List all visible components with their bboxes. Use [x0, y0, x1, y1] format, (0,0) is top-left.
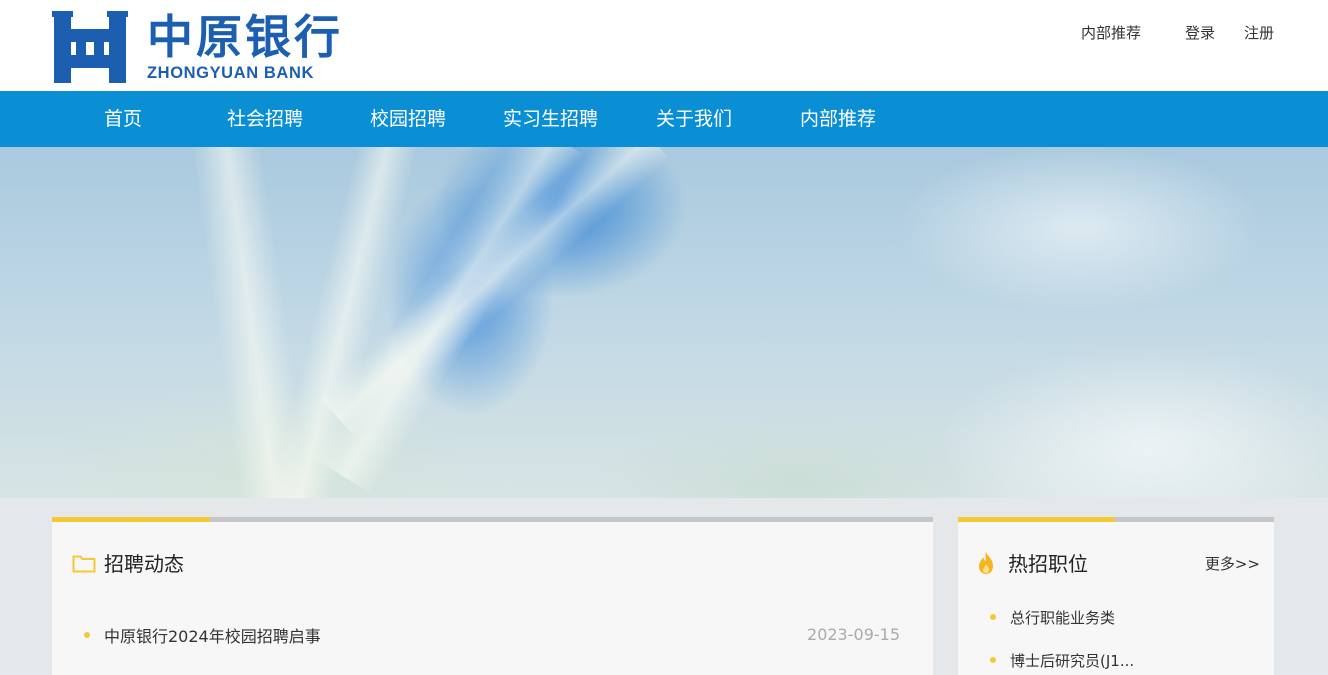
news-item[interactable]: 中原银行2024年校园招聘启事 2023-09-15 [84, 623, 900, 647]
flame-icon [979, 551, 993, 574]
hot-job-item[interactable]: 总行职能业务类 [990, 606, 1115, 628]
logo-mark-icon [52, 11, 128, 83]
news-item-date: 2023-09-15 [807, 625, 900, 644]
hot-job-title[interactable]: 总行职能业务类 [1010, 607, 1115, 628]
bullet-dot [990, 657, 996, 663]
hero-banner [0, 147, 1328, 498]
nav-item-about-us[interactable]: 关于我们 [656, 91, 732, 147]
top-links: 内部推荐 登录 注册 [1081, 22, 1274, 43]
hot-job-title[interactable]: 博士后研究员(J1... [1010, 650, 1134, 671]
top-referral-link[interactable]: 内部推荐 [1081, 22, 1141, 43]
nav-item-intern-recruitment[interactable]: 实习生招聘 [503, 91, 598, 147]
register-link[interactable]: 注册 [1244, 22, 1274, 43]
news-item-title[interactable]: 中原银行2024年校园招聘启事 [104, 623, 321, 647]
logo-english-name: ZHONGYUAN BANK [147, 64, 314, 82]
logo-chinese-name: 中原银行 [147, 10, 343, 64]
news-section-title: 招聘动态 [104, 552, 184, 576]
nav-item-social-recruitment[interactable]: 社会招聘 [227, 91, 303, 147]
hot-jobs-card: 热招职位 更多>> 总行职能业务类 博士后研究员(J1... [958, 517, 1274, 675]
more-jobs-link[interactable]: 更多>> [1205, 553, 1260, 574]
main-nav: 首页 社会招聘 校园招聘 实习生招聘 关于我们 内部推荐 [0, 91, 1328, 147]
bullet-dot [84, 632, 90, 638]
bullet-dot [990, 614, 996, 620]
nav-item-campus-recruitment[interactable]: 校园招聘 [370, 91, 446, 147]
login-link[interactable]: 登录 [1185, 22, 1215, 43]
bank-logo[interactable]: 中原银行 ZHONGYUAN BANK [52, 10, 343, 84]
top-header: 中原银行 ZHONGYUAN BANK 内部推荐 登录 注册 [0, 0, 1328, 91]
folder-icon [72, 555, 96, 572]
nav-item-internal-referral[interactable]: 内部推荐 [800, 91, 876, 147]
hot-job-item[interactable]: 博士后研究员(J1... [990, 649, 1134, 671]
nav-item-home[interactable]: 首页 [104, 91, 142, 147]
hot-jobs-title: 热招职位 [1008, 552, 1088, 576]
recruitment-news-card: 招聘动态 中原银行2024年校园招聘启事 2023-09-15 [52, 517, 933, 675]
